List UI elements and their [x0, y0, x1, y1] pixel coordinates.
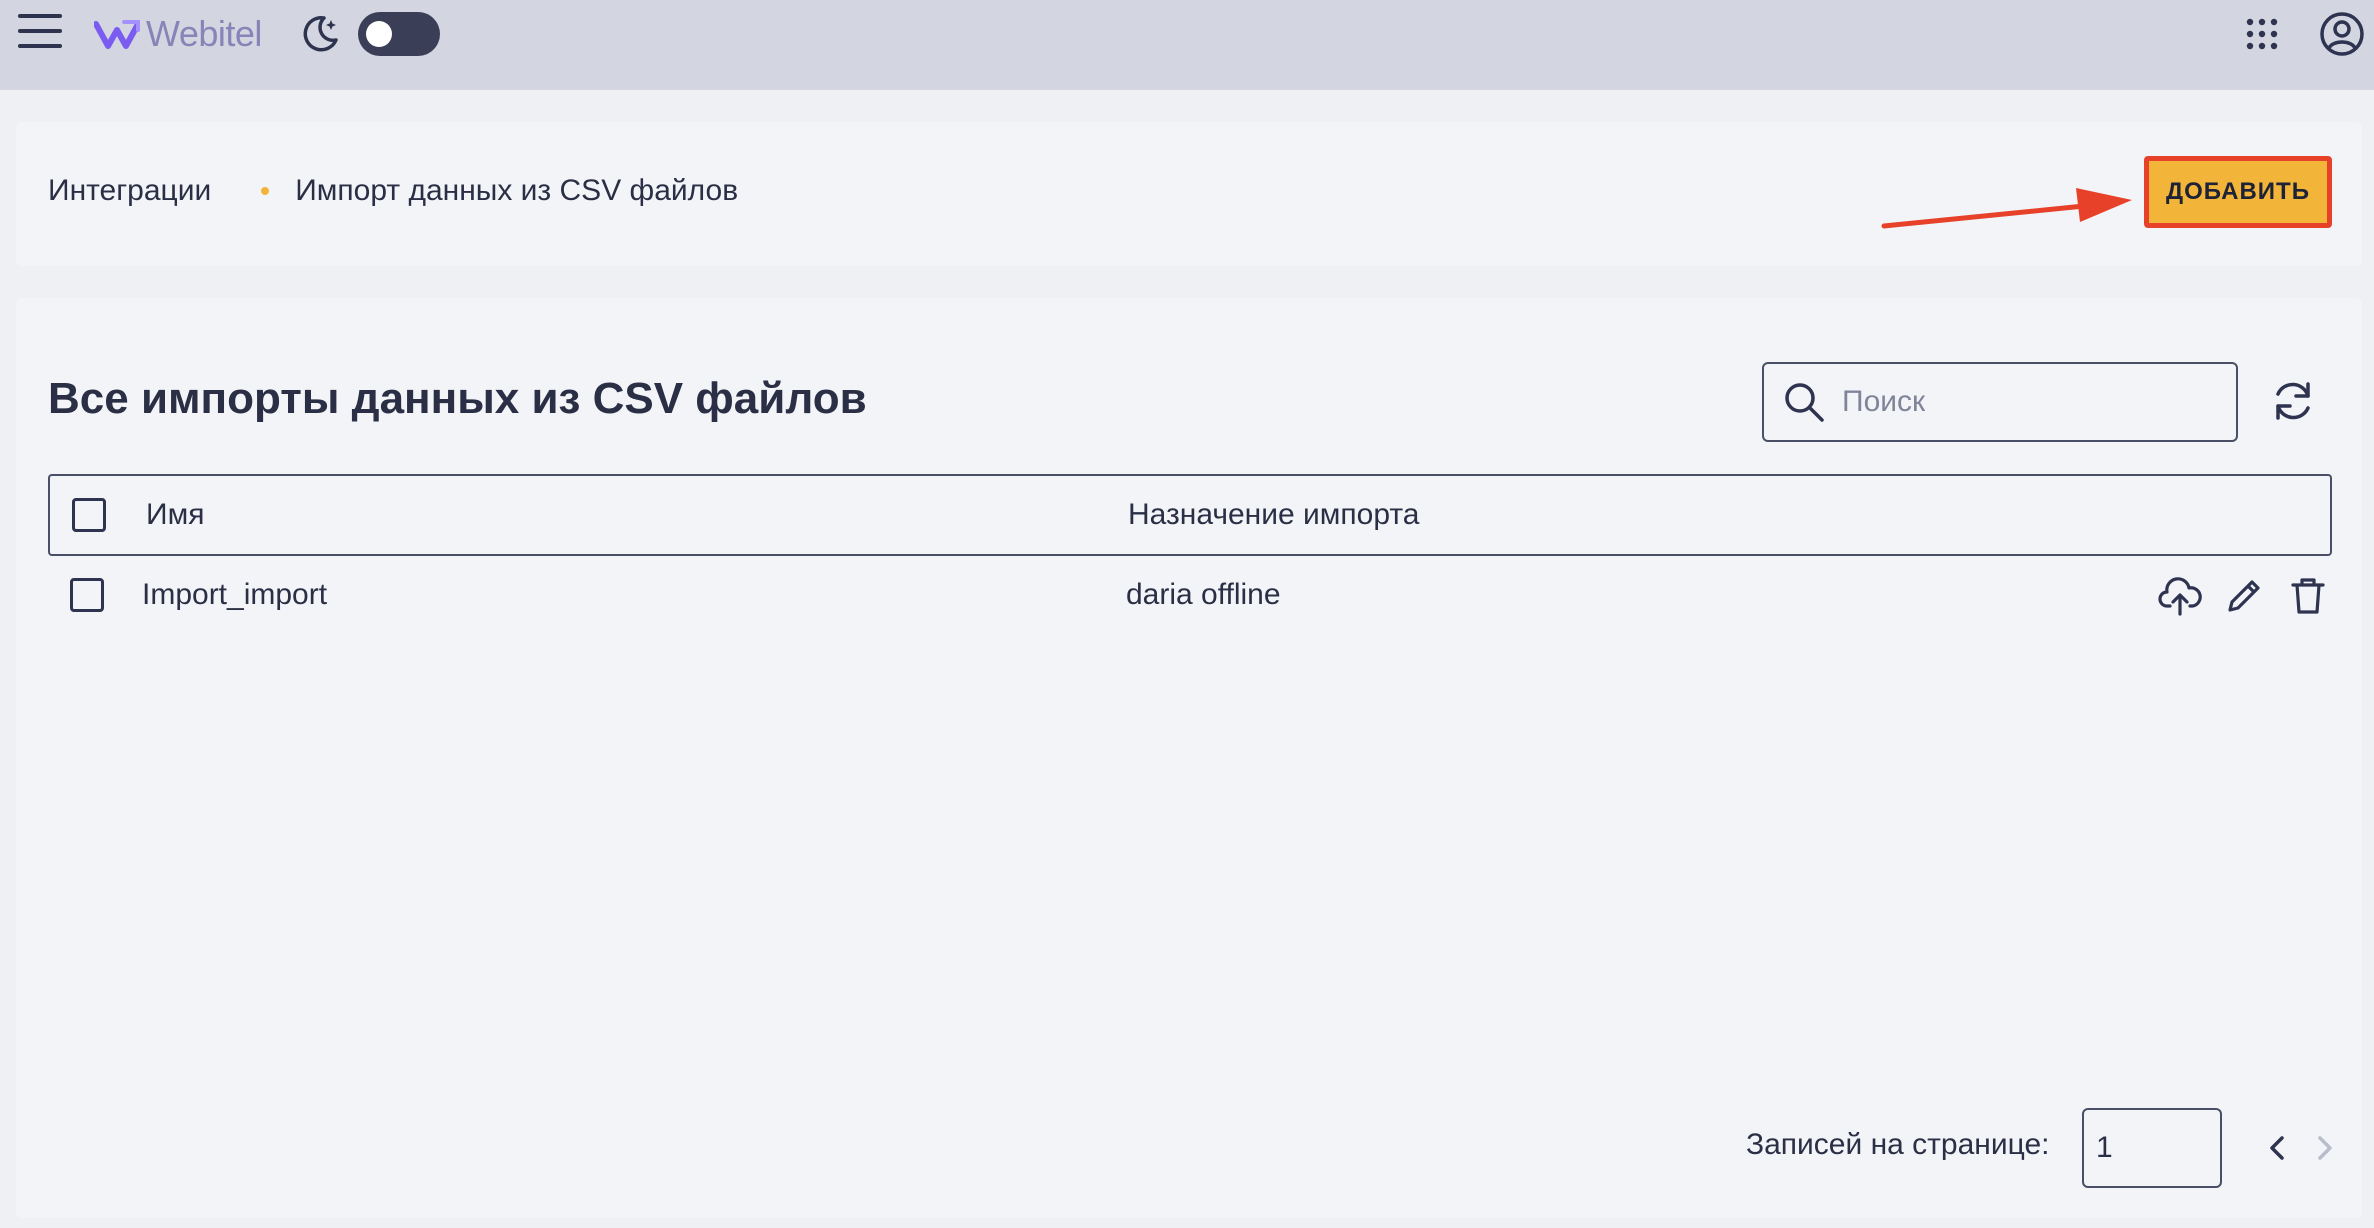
user-account-icon[interactable] [2318, 10, 2366, 58]
menu-icon[interactable] [18, 14, 62, 54]
breadcrumb-item-integrations[interactable]: Интеграции [48, 174, 211, 208]
breadcrumb-separator [261, 187, 270, 195]
search-box[interactable] [1762, 362, 2238, 442]
delete-icon[interactable] [2286, 574, 2330, 618]
select-all-checkbox[interactable] [72, 498, 106, 532]
column-header-destination[interactable]: Назначение импорта [1128, 498, 1419, 532]
toggle-knob [366, 21, 392, 47]
breadcrumb-item-current: Импорт данных из CSV файлов [295, 174, 739, 207]
main-panel: Все импорты данных из CSV файлов Имя Наз… [16, 298, 2362, 1218]
page-title: Все импорты данных из CSV файлов [48, 374, 867, 423]
edit-icon[interactable] [2222, 574, 2266, 618]
apps-grid-icon[interactable] [2244, 16, 2280, 52]
row-destination: daria offline [1126, 578, 1281, 611]
top-header: Webitel [0, 0, 2374, 90]
row-checkbox[interactable] [70, 578, 104, 612]
page-size-label: Записей на странице: [1746, 1128, 2050, 1161]
refresh-icon[interactable] [2268, 376, 2318, 426]
page-size-input[interactable] [2082, 1108, 2222, 1188]
logo[interactable]: Webitel [94, 12, 262, 56]
column-header-name[interactable]: Имя [146, 498, 204, 532]
theme-toggle[interactable] [358, 12, 440, 56]
logo-text: Webitel [146, 13, 262, 54]
add-button[interactable]: ДОБАВИТЬ [2144, 156, 2332, 228]
table-header: Имя Назначение импорта [48, 474, 2332, 556]
chevron-left-icon[interactable] [2260, 1130, 2296, 1166]
moon-icon[interactable] [298, 12, 342, 56]
search-input[interactable] [1842, 385, 2222, 419]
search-icon [1785, 383, 1824, 422]
chevron-right-icon [2318, 1136, 2332, 1160]
row-name[interactable]: Import_import [142, 578, 327, 612]
breadcrumb: Интеграции Импорт данных из CSV файлов [48, 174, 738, 208]
logo-icon [94, 20, 140, 49]
upload-icon[interactable] [2158, 574, 2202, 618]
annotation-arrow [1881, 188, 2132, 229]
table-row[interactable]: Import_import daria offline [48, 560, 2332, 634]
